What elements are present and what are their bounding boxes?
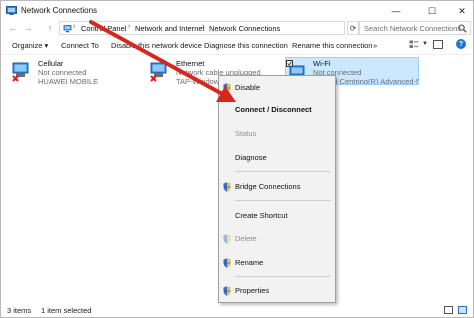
search-icon[interactable]: [458, 24, 467, 33]
large-icons-view-icon[interactable]: [458, 306, 467, 314]
breadcrumb-network-connections[interactable]: Network Connections: [209, 24, 280, 33]
search-input[interactable]: Search Network Connections: [359, 21, 471, 35]
connect-to-button[interactable]: Connect To: [61, 41, 99, 50]
menu-separator: [235, 171, 331, 172]
address-path[interactable]: › Control Panel › Network and Internet ›…: [59, 21, 345, 35]
selection-count: 1 item selected: [41, 306, 92, 315]
search-placeholder: Search Network Connections: [364, 24, 462, 33]
status-bar: 3 items 1 item selected: [1, 304, 473, 317]
back-arrow-icon[interactable]: ←: [7, 21, 19, 35]
change-view-icon[interactable]: [409, 40, 419, 49]
context-menu: Disable Connect / Disconnect Status Diag…: [218, 75, 336, 303]
view-dropdown-icon[interactable]: ▼: [422, 41, 428, 47]
menu-item-create-shortcut[interactable]: Create Shortcut: [219, 209, 335, 223]
connection-name: Wi-Fi: [313, 59, 331, 68]
help-icon[interactable]: ?: [456, 39, 466, 49]
ethernet-adapter-icon: [150, 62, 167, 82]
item-count: 3 items: [7, 306, 32, 315]
uac-shield-icon: [223, 286, 231, 296]
rename-connection-button[interactable]: Rename this connection: [292, 41, 372, 50]
menu-item-bridge-connections[interactable]: Bridge Connections: [219, 180, 335, 194]
uac-shield-icon: [223, 182, 231, 192]
network-folder-icon: [6, 6, 17, 15]
menu-item-label: Status: [235, 129, 257, 138]
network-folder-icon: [63, 25, 72, 33]
menu-item-label: Disable: [235, 83, 261, 92]
menu-item-label: Bridge Connections: [235, 182, 301, 191]
organize-button[interactable]: Organize ▾: [12, 41, 48, 50]
menu-item-label: Delete: [235, 234, 257, 243]
breadcrumb-separator: ›: [202, 23, 205, 30]
breadcrumb-separator: ›: [128, 23, 131, 30]
menu-item-disable[interactable]: Disable: [219, 81, 335, 95]
menu-item-label: Diagnose: [235, 153, 267, 162]
menu-item-status: Status: [219, 127, 335, 141]
menu-item-label: Properties: [235, 286, 270, 295]
forward-arrow-icon[interactable]: →: [22, 21, 34, 35]
more-commands-chevron-icon[interactable]: »: [373, 41, 377, 50]
menu-item-diagnose[interactable]: Diagnose: [219, 151, 335, 165]
menu-item-connect-disconnect[interactable]: Connect / Disconnect: [219, 103, 335, 117]
up-arrow-icon[interactable]: ↑: [44, 21, 56, 35]
menu-item-label: Rename: [235, 258, 264, 267]
breadcrumb-separator: ›: [73, 23, 76, 30]
breadcrumb-control-panel[interactable]: Control Panel: [81, 24, 126, 33]
command-toolbar: Organize ▾ Connect To Disable this netwo…: [1, 37, 473, 55]
title-bar: Network Connections — ☐ ✕: [1, 1, 473, 21]
menu-item-properties[interactable]: Properties: [219, 284, 335, 298]
uac-shield-icon: [223, 258, 231, 268]
details-view-icon[interactable]: [444, 306, 453, 314]
diagnose-connection-button[interactable]: Diagnose this connection: [204, 41, 288, 50]
connection-item-cellular[interactable]: Cellular Not connected HUAWEI MOBILE: [11, 58, 121, 86]
uac-shield-icon: [223, 83, 231, 93]
maximize-button[interactable]: ☐: [419, 1, 445, 21]
connection-device: HUAWEI MOBILE: [38, 77, 99, 86]
preview-pane-icon[interactable]: [433, 40, 443, 49]
refresh-icon[interactable]: ⟳: [347, 21, 359, 35]
disable-device-button[interactable]: Disable this network device: [111, 41, 202, 50]
minimize-button[interactable]: —: [383, 1, 409, 21]
close-button[interactable]: ✕: [449, 1, 474, 21]
window-title: Network Connections: [21, 6, 98, 15]
menu-item-label: Create Shortcut: [235, 211, 288, 220]
uac-shield-icon: [223, 234, 231, 244]
connection-status: Not connected: [38, 68, 87, 77]
menu-separator: [235, 276, 331, 277]
menu-item-delete: Delete: [219, 232, 335, 246]
connection-name: Cellular: [38, 59, 64, 68]
network-connections-window: Network Connections — ☐ ✕ ← → ↑ › Contro…: [0, 0, 474, 318]
menu-item-label: Connect / Disconnect: [235, 105, 312, 114]
cellular-adapter-icon: [12, 62, 29, 82]
menu-item-rename[interactable]: Rename: [219, 256, 335, 270]
address-bar: ← → ↑ › Control Panel › Network and Inte…: [1, 21, 473, 35]
connection-name: Ethernet: [176, 59, 205, 68]
breadcrumb-network-and-internet[interactable]: Network and Internet: [135, 24, 205, 33]
menu-separator: [235, 200, 331, 201]
